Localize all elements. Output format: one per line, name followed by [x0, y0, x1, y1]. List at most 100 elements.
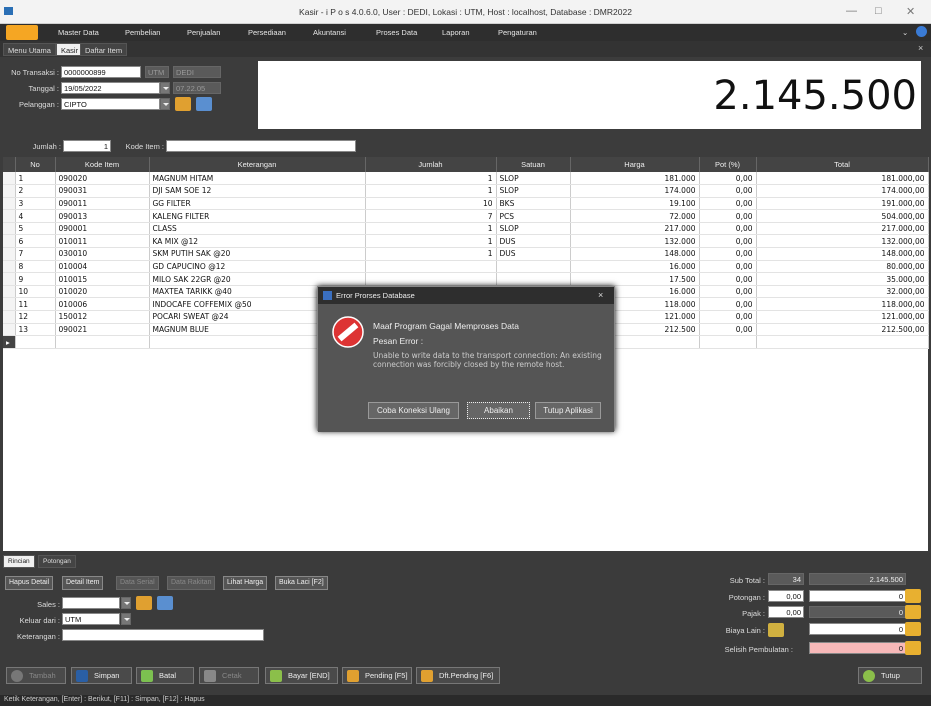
menu-laporan[interactable]: Laporan	[442, 28, 470, 37]
hapus-detail-button[interactable]: Hapus Detail	[5, 576, 54, 590]
column-header[interactable]: Pot (%)	[699, 157, 757, 172]
empty-cell[interactable]	[55, 335, 150, 349]
cell-keterangan[interactable]: MILO SAK 22GR @20	[149, 272, 366, 286]
close-app-button[interactable]: Tutup Aplikasi	[535, 402, 601, 419]
menu-pembelian[interactable]: Pembelian	[125, 28, 160, 37]
close-tab-icon[interactable]: ×	[918, 43, 923, 53]
cell-keterangan[interactable]: DJI SAM SOE 12	[149, 184, 366, 198]
cell-kode-item[interactable]: 090011	[55, 197, 150, 211]
pelanggan-field[interactable]: CIPTO	[61, 98, 160, 110]
cell-total[interactable]: 191.000,00	[756, 197, 929, 211]
cell-total[interactable]: 35.000,00	[756, 272, 929, 286]
column-header[interactable]: Harga	[570, 157, 700, 172]
detail-item-button[interactable]: Detail Item	[62, 576, 104, 590]
cell-harga[interactable]: 181.000	[570, 172, 700, 186]
table-row[interactable]: 4 090013 KALENG FILTER 7 PCS 72.000 0,00 504.00…	[3, 209, 929, 223]
potongan-pct-field[interactable]: 0,00	[768, 590, 804, 602]
cell-total[interactable]: 148.000,00	[756, 247, 929, 261]
cell-total[interactable]: 181.000,00	[756, 172, 929, 186]
cell-total[interactable]: 80.000,00	[756, 260, 929, 274]
cell-pot[interactable]: 0,00	[699, 297, 757, 312]
cell-satuan[interactable]: SLOP	[496, 222, 571, 236]
help-icon[interactable]	[916, 26, 927, 37]
cell-total[interactable]: 132.000,00	[756, 234, 929, 249]
tanggal-field[interactable]: 19/05/2022	[61, 82, 160, 94]
maximize-icon[interactable]: □	[875, 5, 882, 17]
cell-harga[interactable]: 132.000	[570, 234, 700, 249]
cell-pot[interactable]: 0,00	[699, 272, 757, 286]
keluar-dropdown-icon[interactable]	[121, 613, 131, 625]
potongan-edit-icon[interactable]	[905, 589, 921, 603]
cell-keterangan[interactable]: GG FILTER	[149, 197, 366, 211]
table-row[interactable]: 8 010004 GD CAPUCINO @12 16.000 0,00 80.000,0…	[3, 260, 929, 274]
biaya-edit-icon[interactable]	[905, 622, 921, 636]
sales-dropdown-icon[interactable]	[121, 597, 131, 609]
cell-pot[interactable]: 0,00	[699, 234, 757, 249]
menu-persediaan[interactable]: Persediaan	[248, 28, 286, 37]
cell-pot[interactable]: 0,00	[699, 197, 757, 211]
cell-kode-item[interactable]: 010006	[55, 297, 150, 312]
tutup-button[interactable]: Tutup	[858, 667, 922, 684]
cell-pot[interactable]: 0,00	[699, 222, 757, 236]
table-row[interactable]: 6 010011 KA MIX @12 1 DUS 132.000 0,00 132.000,…	[3, 234, 929, 249]
cell-keterangan[interactable]: SKM PUTIH SAK @20	[149, 247, 366, 261]
cell-jumlah[interactable]: 1	[365, 247, 497, 261]
cell-pot[interactable]: 0,00	[699, 172, 757, 186]
cell-jumlah[interactable]: 1	[365, 234, 497, 249]
cell-pot[interactable]: 0,00	[699, 285, 757, 299]
cell-pot[interactable]: 0,00	[699, 247, 757, 261]
table-row[interactable]: 5 090001 CLASS 1 SLOP 217.000 0,00 217.000,00	[3, 222, 929, 236]
cell-pot[interactable]: 0,00	[699, 260, 757, 274]
cell-harga[interactable]: 217.000	[570, 222, 700, 236]
tambah-button[interactable]: Tambah	[6, 667, 66, 684]
cell-no[interactable]: 5	[15, 222, 56, 236]
cell-kode-item[interactable]: 090021	[55, 323, 150, 337]
table-row[interactable]: 2 090031 DJI SAM SOE 12 1 SLOP 174.000 0,00 174…	[3, 184, 929, 198]
cell-harga[interactable]: 72.000	[570, 209, 700, 223]
cell-no[interactable]: 13	[15, 323, 56, 337]
column-header[interactable]: Satuan	[496, 157, 571, 172]
lihat-harga-button[interactable]: Lihat Harga	[223, 576, 268, 590]
cell-harga[interactable]: 16.000	[570, 260, 700, 274]
biaya-lain-field[interactable]: 0	[809, 623, 906, 635]
tab-daftar-item[interactable]: Daftar Item	[80, 43, 128, 56]
cell-kode-item[interactable]: 090020	[55, 172, 150, 186]
cell-keterangan[interactable]: GD CAPUCINO @12	[149, 260, 366, 274]
tab-menu-utama[interactable]: Menu Utama	[3, 43, 56, 56]
cell-no[interactable]: 11	[15, 297, 56, 312]
close-icon[interactable]: ✕	[906, 5, 915, 18]
cell-pot[interactable]: 0,00	[699, 323, 757, 337]
cell-total[interactable]: 121.000,00	[756, 310, 929, 324]
cell-harga[interactable]: 19.100	[570, 197, 700, 211]
cell-kode-item[interactable]: 090013	[55, 209, 150, 223]
cell-no[interactable]: 10	[15, 285, 56, 299]
tab-rincian[interactable]: Rincian	[3, 555, 35, 568]
app-logo[interactable]	[6, 25, 38, 40]
empty-cell[interactable]	[699, 335, 757, 349]
cell-keterangan[interactable]: CLASS	[149, 222, 366, 236]
cell-kode-item[interactable]: 150012	[55, 310, 150, 324]
menu-master-data[interactable]: Master Data	[58, 28, 99, 37]
cell-satuan[interactable]	[496, 260, 571, 274]
cell-pot[interactable]: 0,00	[699, 310, 757, 324]
cetak-button[interactable]: Cetak	[199, 667, 259, 684]
table-row[interactable]: 7 030010 SKM PUTIH SAK @20 1 DUS 148.000 0,00 1…	[3, 247, 929, 261]
simpan-button[interactable]: Simpan	[71, 667, 132, 684]
cell-kode-item[interactable]: 010004	[55, 260, 150, 274]
cell-pot[interactable]: 0,00	[699, 184, 757, 198]
table-row[interactable]: 9 010015 MILO SAK 22GR @20 17.500 0,00 35.000…	[3, 272, 929, 286]
cell-jumlah[interactable]: 1	[365, 222, 497, 236]
pending-button[interactable]: Pending [F5]	[342, 667, 412, 684]
pajak-edit-icon[interactable]	[905, 605, 921, 619]
cell-no[interactable]: 7	[15, 247, 56, 261]
menu-akuntansi[interactable]: Akuntansi	[313, 28, 346, 37]
column-header[interactable]: Kode Item	[55, 157, 150, 172]
chevron-down-icon[interactable]: ⌄	[902, 28, 908, 37]
column-header[interactable]: Total	[756, 157, 929, 172]
cell-total[interactable]: 118.000,00	[756, 297, 929, 312]
cell-satuan[interactable]: SLOP	[496, 184, 571, 198]
no-transaksi-field[interactable]: 0000000899	[61, 66, 141, 78]
cell-kode-item[interactable]: 010020	[55, 285, 150, 299]
cell-total[interactable]: 174.000,00	[756, 184, 929, 198]
keterangan-field[interactable]	[62, 629, 264, 641]
